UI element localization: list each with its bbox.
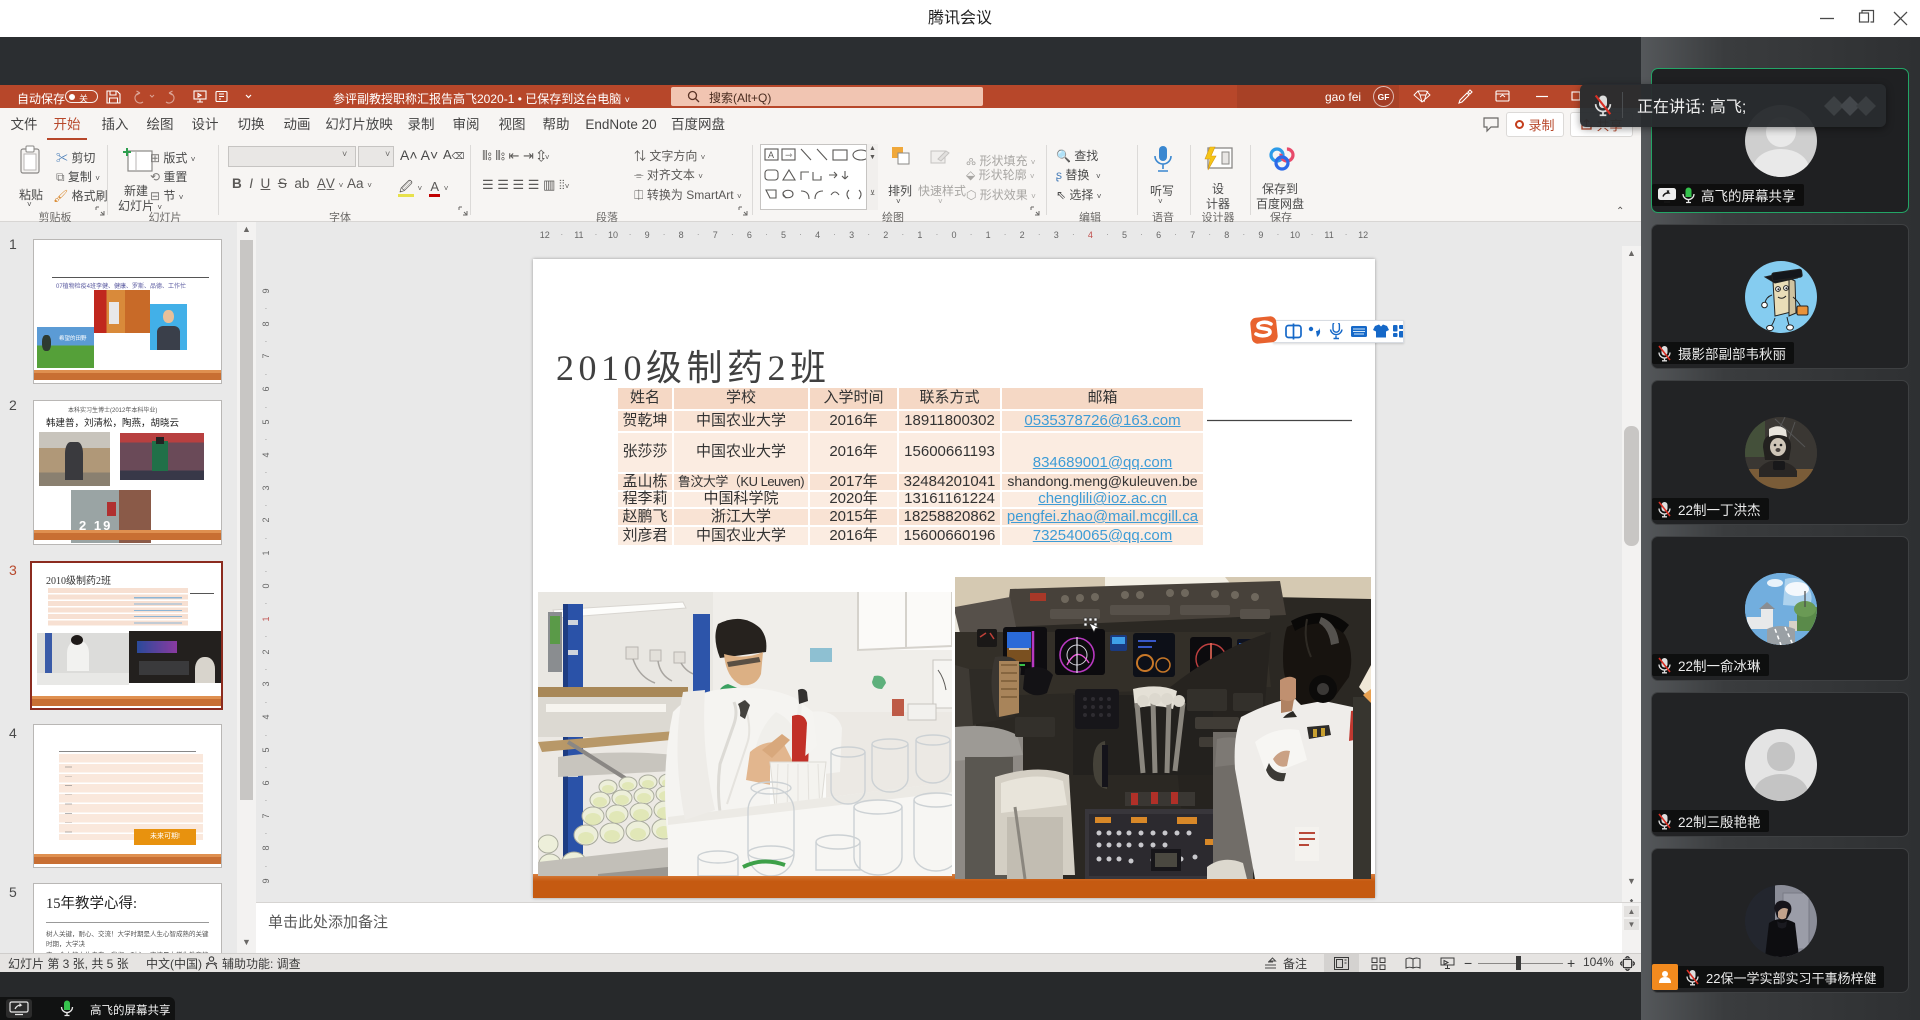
svg-text:A: A	[768, 150, 774, 160]
svg-text:⇾: ⇾	[785, 150, 793, 160]
